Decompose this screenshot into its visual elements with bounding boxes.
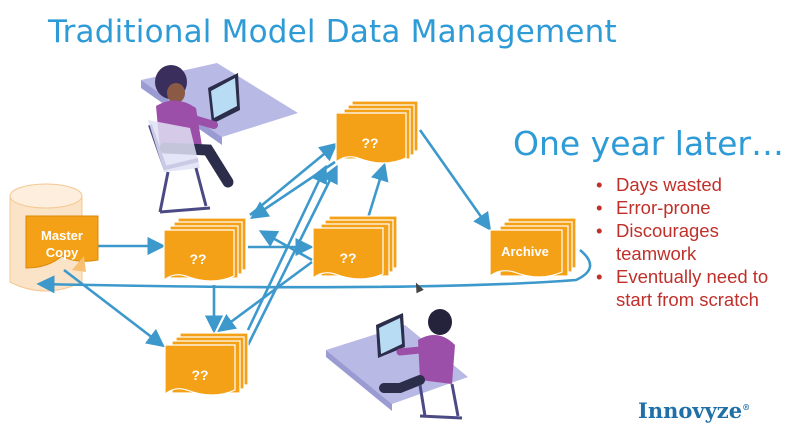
- document-stack-left-label: ??: [189, 251, 206, 267]
- master-copy-label-line1: Master: [41, 228, 83, 243]
- archive-document-stack: Archive: [489, 217, 577, 278]
- logo-text: Innovyze: [638, 398, 743, 423]
- document-stack-bottom-label: ??: [191, 367, 208, 383]
- person-at-desk-icon-top: [141, 63, 298, 214]
- document-stack-left: ??: [163, 217, 247, 282]
- bullet-item: Discourages teamwork: [596, 219, 800, 265]
- bullet-list: Days wasted Error-prone Discourages team…: [596, 173, 800, 311]
- document-stack-center-label: ??: [339, 250, 356, 266]
- bullet-item: Error-prone: [596, 196, 800, 219]
- document-stack-bottom: ??: [164, 332, 249, 396]
- document-stack-top: ??: [335, 100, 419, 164]
- slide-subtitle: One year later…: [513, 124, 784, 163]
- innovyze-logo: Innovyze®: [638, 398, 750, 423]
- archive-label: Archive: [501, 244, 549, 259]
- bullet-item: Days wasted: [596, 173, 800, 196]
- person-at-desk-icon-bottom: [326, 309, 468, 420]
- bullet-item: Eventually need to start from scratch: [596, 265, 800, 311]
- registered-mark: ®: [742, 402, 751, 412]
- document-stack-center: ??: [312, 215, 398, 280]
- slide: Traditional Model Data Management Master…: [0, 0, 800, 433]
- document-stack-top-label: ??: [361, 135, 378, 151]
- master-copy-label-line2: Copy: [46, 245, 79, 260]
